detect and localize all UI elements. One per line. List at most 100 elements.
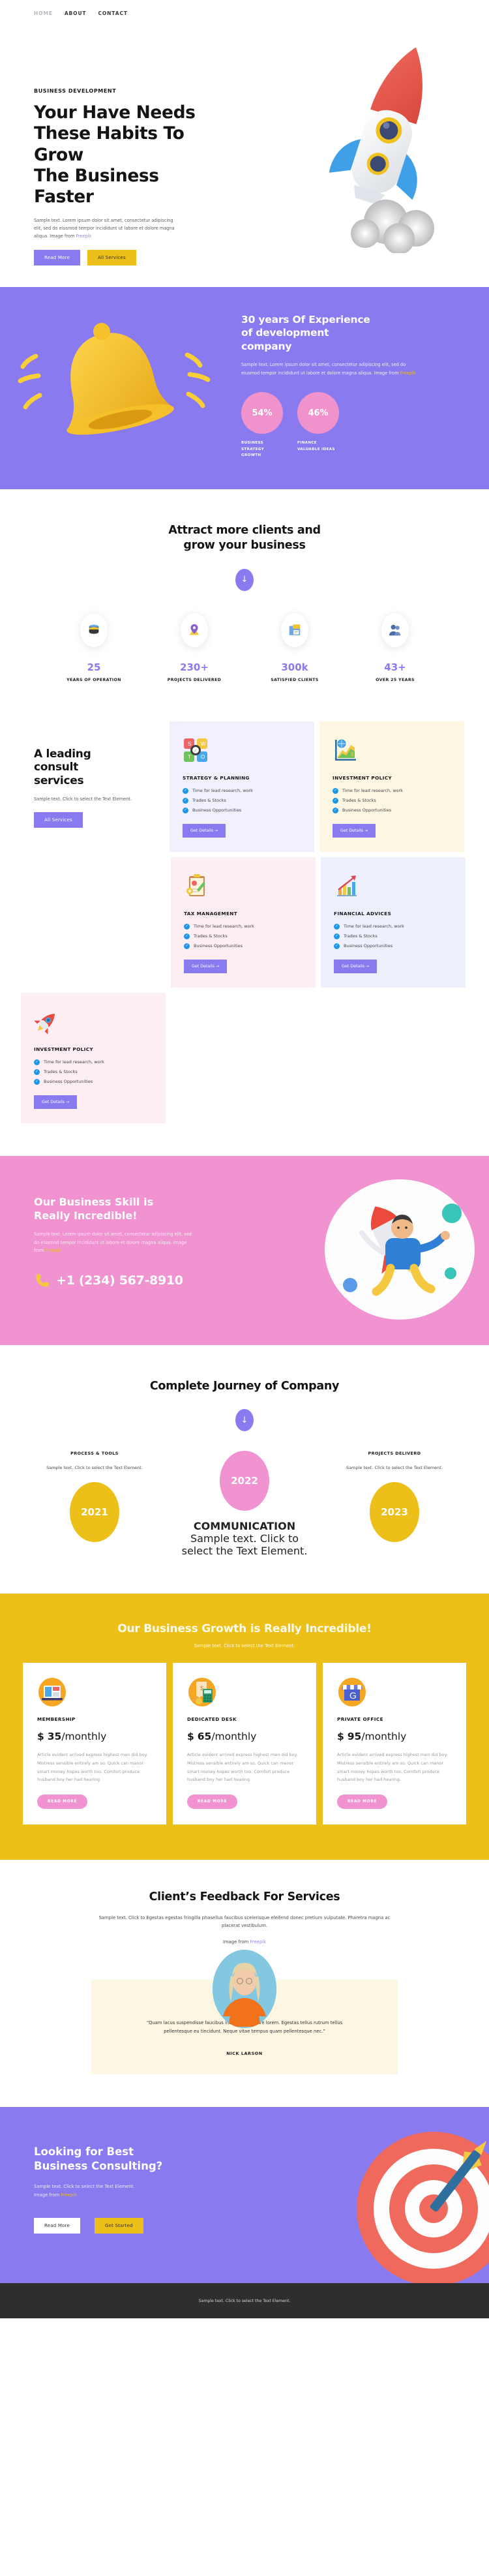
testimonial-freepik-link[interactable]: Freepik xyxy=(250,1939,266,1945)
service-feature: ✓ Trades & Stocks xyxy=(184,933,303,939)
service-card-financial-advices[interactable]: FINANCIAL ADVICES ✓ Time for lead researc… xyxy=(321,856,466,988)
pricing-card-private-office[interactable]: G PRIVATE OFFICE $ 95/monthly Article ev… xyxy=(323,1663,466,1825)
pricing-plan-name: PRIVATE OFFICE xyxy=(337,1716,383,1723)
final-cta-title-line-2: Business Consulting? xyxy=(34,2160,163,2173)
pricing-currency: $ xyxy=(37,1731,44,1743)
pricing-plan-price: $ 95/monthly xyxy=(337,1731,452,1742)
service-feature-label: Business Opportunities xyxy=(194,943,243,948)
nav-item-about[interactable]: ABOUT xyxy=(65,10,87,16)
final-cta-get-started-button[interactable]: Get Started xyxy=(94,2218,143,2234)
stat-label: OVER 25 YEARS xyxy=(376,677,415,682)
journey-title: Complete Journey of Company xyxy=(149,1379,340,1393)
services-section: A leading consult services Sample text. … xyxy=(0,712,489,1156)
stat-item: 43+ OVER 25 YEARS xyxy=(359,613,431,682)
stat-value: 25 xyxy=(87,661,101,673)
service-feature-label: Time for lead research, work xyxy=(44,1059,104,1065)
testimonial-author: NICK LARSON xyxy=(226,2051,263,2056)
final-cta-content: Looking for Best Business Consulting? Sa… xyxy=(0,2107,280,2283)
hero-read-more-button[interactable]: Read More xyxy=(34,250,80,266)
stat-value: 230+ xyxy=(180,661,209,673)
service-card-investment-policy-2[interactable]: INVESTMENT POLICY ✓ Time for lead researc… xyxy=(21,992,166,1123)
hero-all-services-button[interactable]: All Services xyxy=(87,250,136,266)
stat-value: 43+ xyxy=(384,661,406,673)
service-feature-label: Business Opportunities xyxy=(192,808,242,813)
bell-illustration xyxy=(18,323,211,435)
user-icon xyxy=(381,613,409,647)
get-details-button[interactable]: Get Details → xyxy=(333,823,376,838)
check-icon: ✓ xyxy=(184,923,190,930)
svg-text:$: $ xyxy=(351,751,354,757)
pricing-card-dedicated-desk[interactable]: $ DEDICATED DESK $ 65/monthly Article ev… xyxy=(173,1663,316,1825)
footer-text: Sample text. Click to select the Text El… xyxy=(198,2298,291,2303)
skill-title-line-1: Our Business Skill is xyxy=(34,1195,154,1208)
stats-section: Attract more clients and grow your busin… xyxy=(0,489,489,712)
database-icon xyxy=(80,613,108,647)
stat-label: PROJECTS DELIVERED xyxy=(167,677,222,682)
final-cta-body-line-1: Sample text. Click to select the Text El… xyxy=(34,2184,135,2190)
pricing-read-more-button[interactable]: READ MORE xyxy=(337,1794,388,1809)
testimonial-card: Quam lacus suspendisse faucibus interdum… xyxy=(91,1949,398,2074)
journey-step-body: Sample text. Click to select the Text El… xyxy=(181,1532,308,1558)
nav-item-home[interactable]: HOME xyxy=(34,10,53,16)
stats-title-line-2: grow your business xyxy=(183,538,306,552)
arrow-down-icon[interactable]: ↓ xyxy=(235,568,254,591)
final-cta-read-more-button[interactable]: Read More xyxy=(34,2218,80,2234)
journey-section: Complete Journey of Company ↓ PROCESS & … xyxy=(0,1344,489,1594)
service-card-investment-policy-1[interactable]: $ INVESTMENT POLICY ✓ Time for lead resea… xyxy=(319,721,464,852)
service-card-tax-management[interactable]: TAX MANAGEMENT ✓ Time for lead research, … xyxy=(171,856,316,988)
check-icon: ✓ xyxy=(184,943,190,949)
skill-freepik-link[interactable]: Freepik xyxy=(45,1248,61,1253)
service-feature: ✓ Business Opportunities xyxy=(333,807,451,813)
hero-freepik-link[interactable]: Freepik xyxy=(76,234,92,239)
service-feature: ✓ Business Opportunities xyxy=(34,1078,153,1085)
get-details-button[interactable]: Get Details → xyxy=(334,959,378,973)
get-details-button[interactable]: Get Details → xyxy=(34,1095,78,1109)
experience-title: 30 years Of Experience of development co… xyxy=(241,313,463,353)
service-feature: ✓ Time for lead research, work xyxy=(333,787,451,794)
final-cta-freepik-link[interactable]: Freepik xyxy=(61,2192,77,2198)
check-icon: ✓ xyxy=(184,933,190,939)
testimonial-title: Client’s Feedback For Services xyxy=(149,1890,340,1903)
services-body: Sample text. Click to select the Text El… xyxy=(34,796,132,802)
service-card-title: TAX MANAGEMENT xyxy=(184,910,238,917)
pricing-subtitle: Sample text. Click to select the Text El… xyxy=(194,1643,295,1649)
service-feature: ✓ Trades & Stocks xyxy=(34,1068,153,1075)
journey-step-body: Sample text. Click to select the Text El… xyxy=(46,1465,143,1471)
phone-row[interactable]: +1 (234) 567-8910 xyxy=(34,1272,244,1289)
pricing-card-membership[interactable]: MEMBERSHIP $ 35/monthly Article evident … xyxy=(23,1663,166,1825)
svg-text:T: T xyxy=(188,754,191,760)
hero-eyebrow: BUSINESS DEVELOPMENT xyxy=(34,88,117,94)
experience-illustration-column xyxy=(0,287,241,489)
check-icon: ✓ xyxy=(183,797,188,804)
service-card-strategy-planning[interactable]: S W T O ✓ STRATEGY & PLANNING ✓ Time for … xyxy=(170,721,314,852)
nav-item-contact[interactable]: CONTACT xyxy=(98,10,127,16)
experience-stat-label: FINANCE VALUABLE IDEAS xyxy=(297,441,335,451)
experience-freepik-link[interactable]: Freepik xyxy=(400,371,416,376)
hero-body-text: Sample text. Lorem ipsum dolor sit amet,… xyxy=(34,217,175,239)
arrow-down-icon[interactable]: ↓ xyxy=(235,1409,254,1432)
get-details-button[interactable]: Get Details → xyxy=(184,959,228,973)
services-title: A leading consult services xyxy=(34,748,154,788)
clipboard-icon xyxy=(186,873,205,896)
page-root: HOME ABOUT CONTACT BUSINESS DEVELOPMENT … xyxy=(0,0,489,2318)
pricing-read-more-button[interactable]: READ MORE xyxy=(37,1794,88,1809)
image-from-label: Image from xyxy=(223,1939,250,1945)
final-cta-title: Looking for Best Business Consulting? xyxy=(34,2145,280,2174)
service-feature-label: Trades & Stocks xyxy=(342,798,376,803)
pricing-title: Our Business Growth is Really Incredible… xyxy=(117,1622,372,1636)
testimonial-section: Client’s Feedback For Services Sample te… xyxy=(0,1859,489,2107)
service-feature: ✓ Business Opportunities xyxy=(184,943,303,949)
skill-title-line-2: Really Incredible! xyxy=(34,1209,138,1222)
check-icon: ✓ xyxy=(333,797,338,804)
service-card-title: FINANCIAL ADVICES xyxy=(334,910,392,917)
hero-body: Sample text. Lorem ipsum dolor sit amet,… xyxy=(34,217,181,241)
pricing-read-more-button[interactable]: READ MORE xyxy=(187,1794,238,1809)
skill-body: Sample text. Lorem ipsum dolor sit amet,… xyxy=(34,1230,197,1256)
stat-value: 300k xyxy=(281,661,308,673)
skill-content: Our Business Skill is Really Incredible!… xyxy=(0,1156,244,1345)
services-all-services-button[interactable]: All Services xyxy=(34,811,83,828)
svg-text:G: G xyxy=(349,1690,357,1701)
final-cta-title-line-1: Looking for Best xyxy=(34,2145,134,2158)
get-details-button[interactable]: Get Details → xyxy=(183,823,226,838)
hero-title-line-1: Your Have Needs xyxy=(34,102,196,123)
